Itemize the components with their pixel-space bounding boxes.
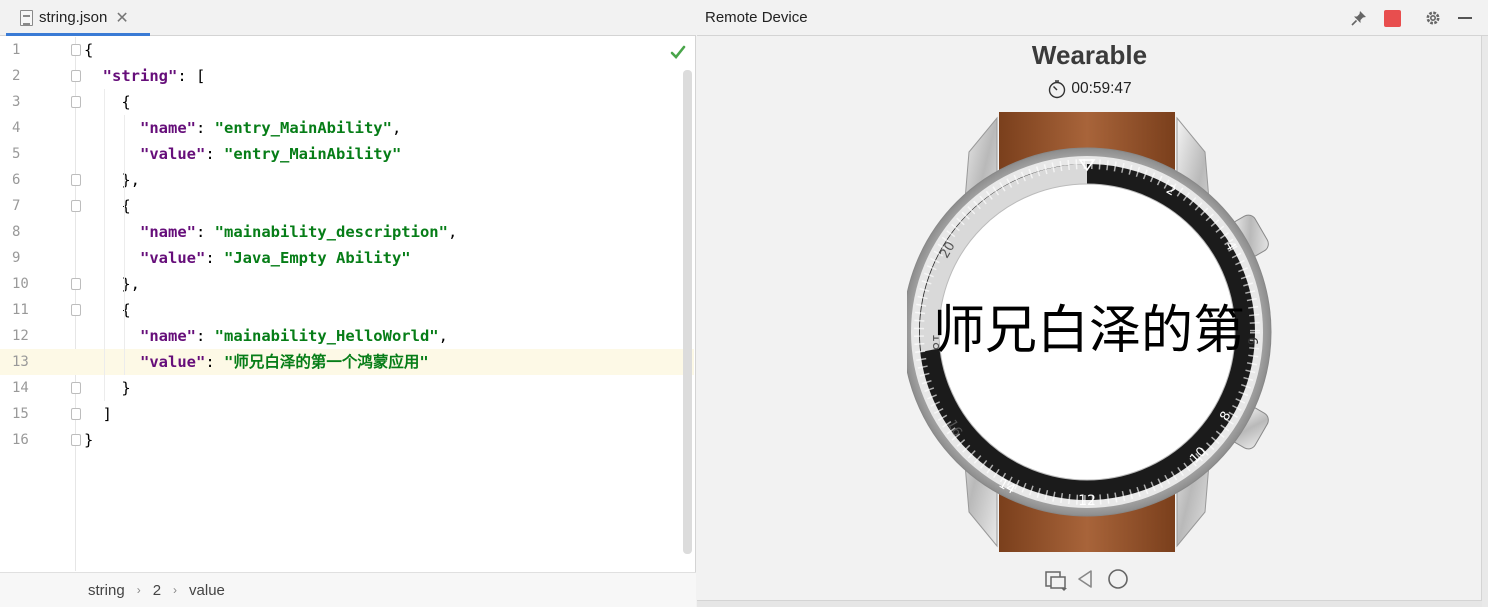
code-line[interactable]: 15 ] bbox=[0, 401, 694, 427]
tab-label: string.json bbox=[39, 9, 108, 26]
breadcrumb: string › 2 › value bbox=[0, 572, 696, 607]
rotate-icon[interactable] bbox=[1042, 566, 1068, 597]
breadcrumb-item[interactable]: 2 bbox=[153, 582, 161, 599]
code-line[interactable]: 2 "string": [ bbox=[0, 63, 694, 89]
code-text: { bbox=[84, 93, 131, 111]
back-icon[interactable] bbox=[1074, 566, 1096, 597]
stop-square bbox=[1383, 9, 1401, 27]
line-number: 6 bbox=[12, 172, 21, 188]
svg-text:6: 6 bbox=[1244, 337, 1259, 345]
pin-icon[interactable] bbox=[1349, 8, 1369, 28]
panel-title: Remote Device bbox=[705, 9, 808, 26]
fold-marker-icon[interactable] bbox=[71, 200, 81, 212]
line-number: 2 bbox=[12, 68, 21, 84]
minus-bar bbox=[1458, 17, 1472, 19]
code-text: }, bbox=[84, 275, 140, 293]
fold-marker-icon[interactable] bbox=[71, 434, 81, 446]
code-text: "value": "师兄白泽的第一个鸿蒙应用" bbox=[140, 353, 429, 371]
code-text: "string": [ bbox=[102, 67, 206, 85]
fold-marker-icon[interactable] bbox=[71, 174, 81, 186]
timer-value: 00:59:47 bbox=[1071, 80, 1132, 97]
device-name: Wearable bbox=[1031, 40, 1148, 70]
code-editor[interactable]: 1{2 "string": [3 {4 "name": "entry_MainA… bbox=[0, 37, 696, 571]
session-timer: 00:59:47 bbox=[697, 79, 1482, 99]
editor-panel: string.json ✕ 1{2 "string": [3 {4 "name"… bbox=[0, 0, 696, 607]
editor-tab-bar: string.json ✕ bbox=[0, 0, 696, 36]
line-number: 1 bbox=[12, 42, 21, 58]
code-text: "value": "Java_Empty Ability" bbox=[140, 249, 411, 267]
watch-screen-text: 师兄白泽的第 bbox=[933, 301, 1245, 361]
indent-guide bbox=[124, 115, 125, 375]
code-text: "value": "entry_MainAbility" bbox=[140, 145, 402, 163]
fold-marker-icon[interactable] bbox=[71, 70, 81, 82]
stop-icon[interactable] bbox=[1382, 8, 1402, 28]
code-text: } bbox=[84, 379, 131, 397]
remote-device-panel: Remote Device Wearable 00:59:47 12 10 6 … bbox=[697, 0, 1488, 607]
code-line[interactable]: 16} bbox=[0, 427, 694, 453]
remote-device-header: Remote Device bbox=[697, 0, 1488, 36]
breadcrumb-item[interactable]: string bbox=[88, 582, 125, 599]
indent-guide bbox=[104, 89, 105, 401]
line-number: 10 bbox=[12, 276, 29, 292]
fold-marker-icon[interactable] bbox=[71, 408, 81, 420]
code-line[interactable]: 1{ bbox=[0, 37, 694, 63]
line-number: 15 bbox=[12, 406, 29, 422]
code-text: ] bbox=[84, 405, 112, 423]
line-number: 16 bbox=[12, 432, 29, 448]
code-text: } bbox=[84, 431, 94, 449]
device-nav-bar bbox=[1042, 566, 1132, 592]
remote-scrollbar[interactable] bbox=[1481, 36, 1488, 607]
fold-marker-icon[interactable] bbox=[71, 278, 81, 290]
line-number: 3 bbox=[12, 94, 21, 110]
line-number: 9 bbox=[12, 250, 21, 266]
code-text: }, bbox=[84, 171, 140, 189]
home-icon[interactable] bbox=[1105, 566, 1131, 597]
json-file-icon bbox=[20, 9, 33, 26]
stopwatch-icon bbox=[1049, 80, 1066, 99]
line-number: 14 bbox=[12, 380, 29, 396]
line-number: 5 bbox=[12, 146, 21, 162]
line-number: 4 bbox=[12, 120, 21, 136]
breadcrumb-item[interactable]: value bbox=[189, 582, 225, 599]
ide-window: string.json ✕ 1{2 "string": [3 {4 "name"… bbox=[0, 0, 1488, 607]
fold-marker-icon[interactable] bbox=[71, 44, 81, 56]
code-text: "name": "mainability_description", bbox=[140, 223, 458, 241]
line-number: 13 bbox=[12, 354, 29, 370]
check-icon bbox=[670, 45, 686, 59]
code-text: "name": "entry_MainAbility", bbox=[140, 119, 402, 137]
svg-text:12: 12 bbox=[1078, 493, 1096, 509]
code-text: { bbox=[84, 41, 94, 59]
minimize-icon[interactable] bbox=[1455, 8, 1475, 28]
line-number: 11 bbox=[12, 302, 29, 318]
close-tab-icon[interactable]: ✕ bbox=[115, 8, 128, 28]
code-text: "name": "mainability_HelloWorld", bbox=[140, 327, 448, 345]
editor-scrollbar[interactable] bbox=[683, 70, 692, 554]
line-number: 7 bbox=[12, 198, 21, 214]
fold-marker-icon[interactable] bbox=[71, 304, 81, 316]
chevron-right-icon: › bbox=[173, 583, 178, 597]
tab-string-json[interactable]: string.json ✕ bbox=[6, 2, 150, 36]
fold-marker-icon[interactable] bbox=[71, 96, 81, 108]
chevron-right-icon: › bbox=[136, 583, 141, 597]
line-number: 8 bbox=[12, 224, 21, 240]
gear-icon[interactable] bbox=[1423, 8, 1443, 28]
fold-marker-icon[interactable] bbox=[71, 382, 81, 394]
panel-bottom-border bbox=[697, 600, 1482, 607]
line-number: 12 bbox=[12, 328, 29, 344]
